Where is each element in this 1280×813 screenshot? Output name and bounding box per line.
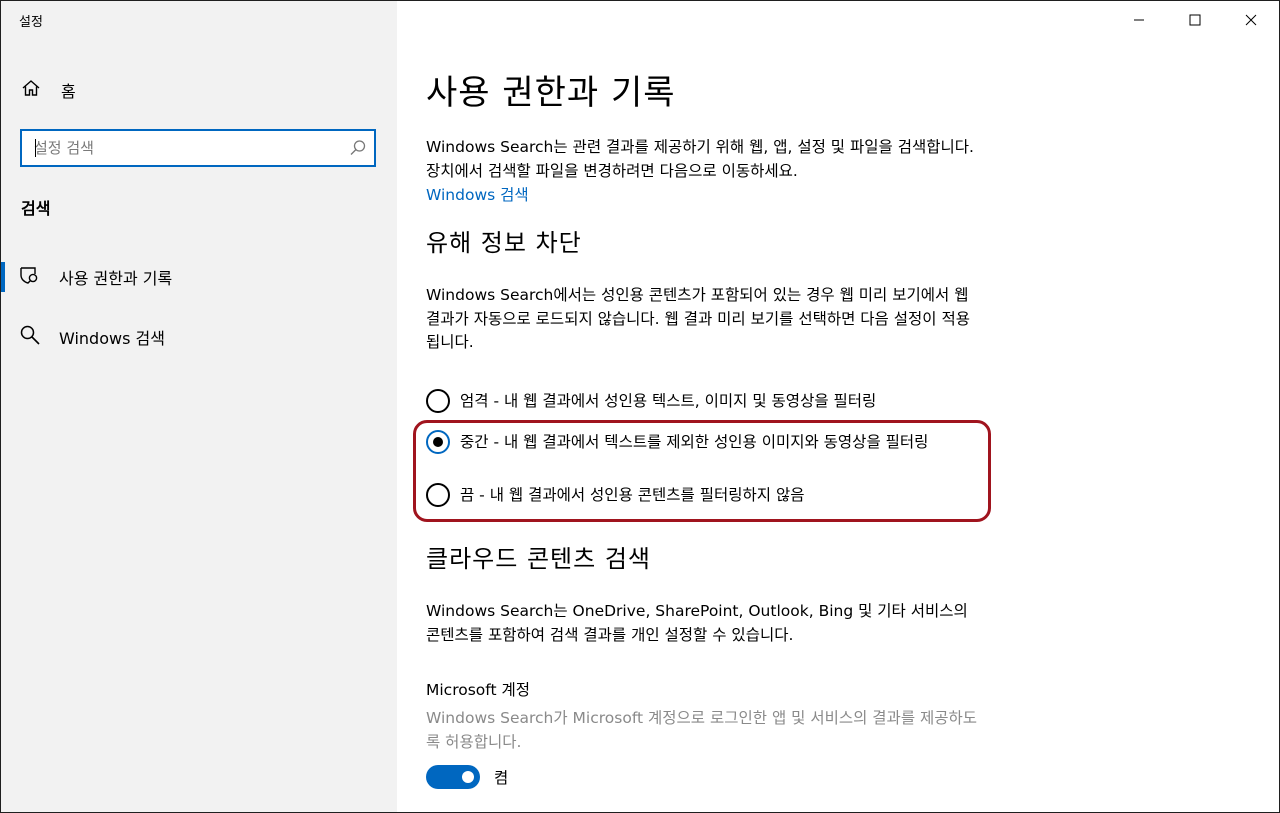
toggle-knob — [462, 771, 474, 783]
radio-label-strict: 엄격 - 내 웹 결과에서 성인용 텍스트, 이미지 및 동영상을 필터링 — [460, 392, 877, 410]
radio-strict[interactable] — [426, 389, 450, 413]
minimize-button[interactable] — [1111, 1, 1167, 39]
text-caret — [35, 139, 36, 157]
app-title: 설정 — [19, 15, 43, 30]
sidebar-section-label: 검색 — [21, 199, 51, 218]
safe-search-description: Windows Search에서는 성인용 콘텐츠가 포함되어 있는 경우 웹 … — [426, 286, 970, 351]
maximize-button[interactable] — [1167, 1, 1223, 39]
settings-search-box[interactable] — [20, 129, 376, 167]
home-nav-item[interactable]: 홈 — [21, 77, 76, 103]
toggle-state-label: 켬 — [494, 769, 509, 787]
radio-off[interactable] — [426, 483, 450, 507]
close-button[interactable] — [1223, 1, 1279, 39]
titlebar-controls — [1111, 1, 1279, 39]
maximize-icon — [1189, 14, 1201, 26]
close-icon — [1245, 14, 1257, 26]
page-title: 사용 권한과 기록 — [426, 73, 676, 113]
radio-label-off: 끔 - 내 웹 결과에서 성인용 콘텐츠를 필터링하지 않음 — [460, 486, 805, 504]
home-label: 홈 — [61, 82, 76, 101]
microsoft-account-label: Microsoft 계정 — [426, 681, 530, 699]
minimize-icon — [1134, 19, 1144, 21]
radio-moderate[interactable] — [426, 430, 450, 454]
sidebar-item-label: 사용 권한과 기록 — [59, 269, 173, 288]
sidebar-item-permissions-history[interactable]: 사용 권한과 기록 — [1, 257, 397, 297]
search-icon[interactable] — [342, 139, 374, 157]
settings-window: 설정 홈 검색 — [0, 0, 1280, 813]
safe-search-heading: 유해 정보 차단 — [426, 229, 582, 257]
sidebar-item-windows-search[interactable]: Windows 검색 — [1, 317, 397, 357]
sidebar: 설정 홈 검색 — [1, 1, 397, 812]
cloud-search-description: Windows Search는 OneDrive, SharePoint, Ou… — [426, 602, 968, 644]
intro-text: Windows Search는 관련 결과를 제공하기 위해 웹, 앱, 설정 … — [426, 138, 974, 180]
radio-label-moderate: 중간 - 내 웹 결과에서 텍스트를 제외한 성인용 이미지와 동영상을 필터링 — [460, 433, 929, 451]
home-icon — [21, 78, 41, 102]
search-icon — [19, 324, 41, 350]
settings-search-input[interactable] — [22, 131, 342, 165]
microsoft-account-toggle[interactable] — [426, 765, 480, 789]
safe-search-option-strict[interactable]: 엄격 - 내 웹 결과에서 성인용 텍스트, 이미지 및 동영상을 필터링 — [426, 389, 986, 413]
microsoft-account-description: Windows Search가 Microsoft 계정으로 로그인한 앱 및 … — [426, 709, 978, 751]
cloud-search-heading: 클라우드 콘텐츠 검색 — [426, 545, 651, 573]
sidebar-item-label: Windows 검색 — [59, 329, 165, 348]
windows-search-link[interactable]: Windows 검색 — [426, 183, 529, 205]
safe-search-option-off[interactable]: 끔 - 내 웹 결과에서 성인용 콘텐츠를 필터링하지 않음 — [426, 483, 986, 507]
shield-search-icon — [19, 264, 41, 290]
safe-search-option-moderate[interactable]: 중간 - 내 웹 결과에서 텍스트를 제외한 성인용 이미지와 동영상을 필터링 — [426, 430, 986, 454]
microsoft-account-toggle-row: 켬 — [426, 765, 508, 789]
